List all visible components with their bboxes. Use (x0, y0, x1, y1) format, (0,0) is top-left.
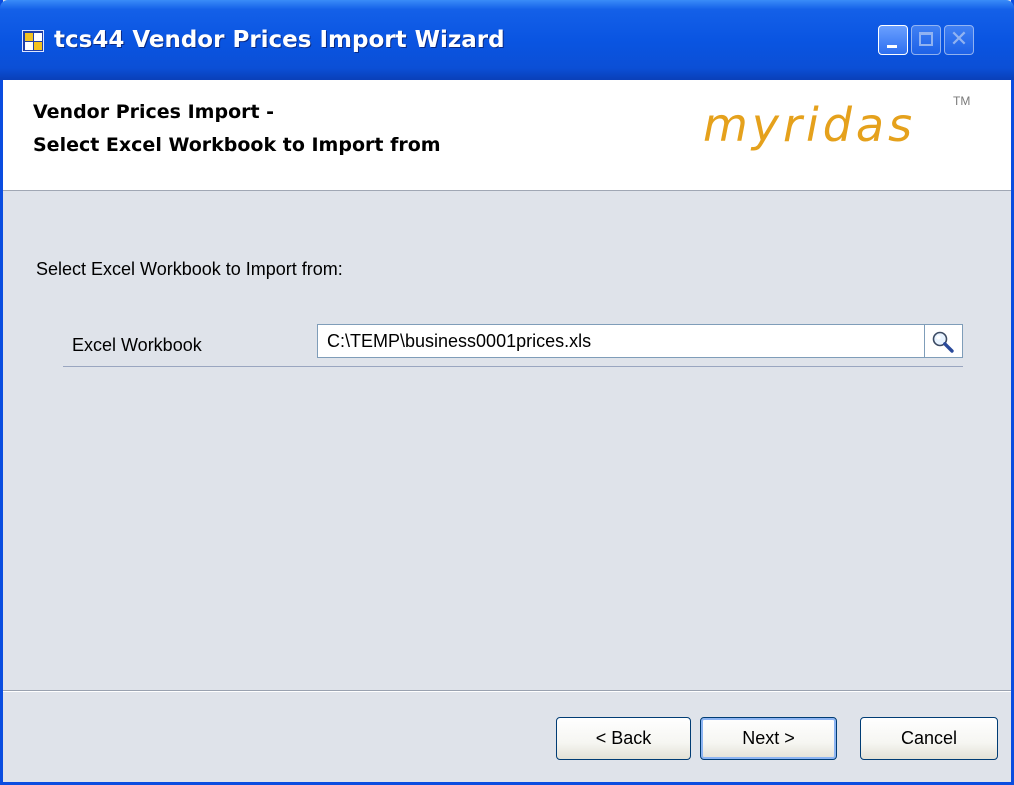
excel-workbook-row: Excel Workbook (63, 322, 963, 367)
footer-separator (3, 690, 1011, 692)
magnifier-icon (932, 331, 954, 353)
myridas-logo: myridas (703, 98, 917, 152)
wizard-header: Vendor Prices Import - Select Excel Work… (3, 80, 1011, 191)
trademark-mark: TM (953, 94, 971, 108)
header-subtitle: Select Excel Workbook to Import from (33, 134, 441, 156)
close-icon: ✕ (949, 27, 969, 52)
minimize-button[interactable] (878, 25, 908, 55)
maximize-icon (919, 32, 933, 46)
next-button[interactable]: Next > (700, 717, 837, 760)
excel-workbook-label: Excel Workbook (72, 335, 202, 355)
minimize-icon (887, 45, 897, 48)
title-bar[interactable]: tcs44 Vendor Prices Import Wizard ✕ (0, 0, 1014, 80)
instruction-text: Select Excel Workbook to Import from: (36, 259, 343, 279)
header-title: Vendor Prices Import - (33, 101, 275, 123)
browse-button[interactable] (925, 324, 963, 358)
maximize-button (911, 25, 941, 55)
back-button[interactable]: < Back (556, 717, 691, 760)
window-title: tcs44 Vendor Prices Import Wizard (54, 27, 505, 53)
cancel-button[interactable]: Cancel (860, 717, 998, 760)
excel-workbook-input[interactable] (317, 324, 925, 358)
wizard-window: tcs44 Vendor Prices Import Wizard ✕ Vend… (0, 0, 1014, 785)
app-icon (22, 30, 44, 52)
close-button: ✕ (944, 25, 974, 55)
